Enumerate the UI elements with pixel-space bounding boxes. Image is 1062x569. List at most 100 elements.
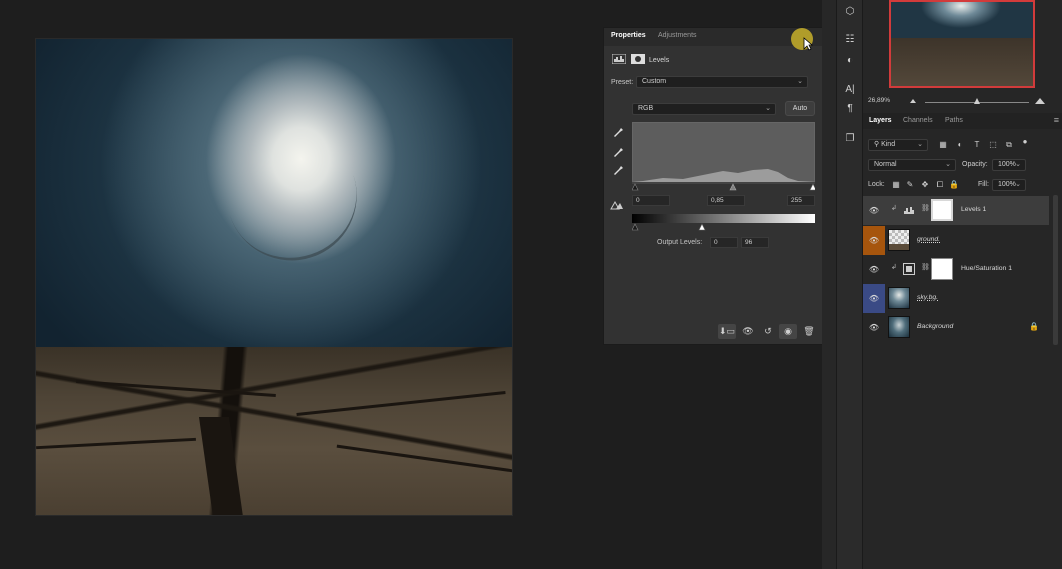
output-black-field[interactable]: 0 <box>710 237 738 248</box>
levels-histogram <box>632 122 816 182</box>
adjustment-title: Levels <box>649 57 670 64</box>
navigator-zoom-row: 26,89% <box>863 96 1062 108</box>
filter-pixel-icon[interactable]: ▦ <box>937 139 949 151</box>
preset-value: Custom <box>642 78 667 85</box>
view-previous-state-icon[interactable]: 👁 <box>739 324 757 339</box>
panel-menu-icon[interactable]: ≡ <box>1054 115 1059 125</box>
lock-image-icon[interactable]: ✎ <box>905 179 915 190</box>
filter-adjustment-icon[interactable]: ◐ <box>954 139 966 151</box>
fill-field[interactable]: 100% ⌄ <box>992 179 1026 191</box>
chevron-down-icon: ⌄ <box>1015 181 1021 188</box>
properties-icon[interactable]: ☷ <box>842 33 858 47</box>
opacity-value: 100% <box>998 161 1016 168</box>
lock-all-icon[interactable]: 🔒 <box>949 179 959 190</box>
canvas-area[interactable]: Properties Adjustments ≡ Levels Preset: … <box>0 0 833 569</box>
output-white-field[interactable]: 96 <box>741 237 769 248</box>
input-gamma-field[interactable]: 0,85 <box>707 195 745 206</box>
white-point-eyedropper-icon[interactable] <box>612 164 624 176</box>
output-black-handle <box>632 223 639 231</box>
link-icon[interactable]: ⛓ <box>921 263 930 271</box>
paragraph-icon[interactable]: ¶ <box>842 102 858 116</box>
channel-value: RGB <box>638 105 654 112</box>
blend-mode-dropdown[interactable]: Normal ⌄ <box>868 159 956 171</box>
layer-row[interactable]: 👁 Background 🔒 <box>863 313 1049 342</box>
reset-icon[interactable]: ↺ <box>759 324 777 339</box>
zoom-out-icon[interactable] <box>910 99 916 103</box>
white-input-handle <box>809 183 815 191</box>
tab-adjustments[interactable]: Adjustments <box>658 32 697 39</box>
output-levels-label: Output Levels: <box>657 239 703 246</box>
link-icon[interactable]: ⛓ <box>921 204 930 212</box>
eye-icon[interactable]: 👁 <box>863 313 885 342</box>
layer-name[interactable]: Background <box>917 323 953 330</box>
filter-kind-dropdown[interactable]: ⚲ Kind ⌄ <box>868 139 928 151</box>
filter-smart-object-icon[interactable]: ⧉ <box>1003 139 1015 151</box>
clipping-warning-icon[interactable] <box>610 200 624 210</box>
lock-icon[interactable]: 🔒 <box>1029 322 1039 331</box>
input-black-field[interactable]: 0 <box>632 195 670 206</box>
adjustments-icon[interactable]: ◐ <box>842 54 858 68</box>
layer-mask-icon[interactable] <box>631 54 645 64</box>
properties-footer: ⬇▭ 👁 ↺ ◉ 🗑 <box>604 322 832 342</box>
lock-transparent-icon[interactable]: ▦ <box>891 179 901 190</box>
filter-type-icon[interactable]: T <box>971 139 983 151</box>
preset-dropdown[interactable]: Custom ⌄ <box>636 76 808 88</box>
layer-mask-thumbnail[interactable] <box>931 258 953 280</box>
clipping-arrow-icon: ↲ <box>891 205 897 212</box>
tab-paths[interactable]: Paths <box>945 117 963 124</box>
layer-name[interactable]: sky.bg. <box>917 294 938 301</box>
layer-row[interactable]: 👁 sky.bg. <box>863 284 1049 313</box>
layer-thumbnail <box>888 229 910 251</box>
lock-label: Lock: <box>868 181 885 188</box>
layer-name[interactable]: Hue/Saturation 1 <box>961 265 1012 272</box>
layers-tabbar: Layers Channels Paths ≡ <box>863 113 1062 129</box>
channel-dropdown[interactable]: RGB ⌄ <box>632 103 776 115</box>
clip-to-layer-icon[interactable]: ⬇▭ <box>718 324 736 339</box>
tab-layers[interactable]: Layers <box>869 117 892 124</box>
kind-value: Kind <box>881 141 896 148</box>
zoom-in-icon[interactable] <box>1035 98 1045 104</box>
delete-icon[interactable]: 🗑 <box>800 324 818 339</box>
layers-scrollbar[interactable] <box>1053 195 1058 345</box>
chevron-down-icon: ⌄ <box>945 161 951 168</box>
filter-shape-icon[interactable]: ⬚ <box>987 139 999 151</box>
eye-icon[interactable]: 👁 <box>863 284 885 313</box>
panel-icon-strip: ⬡ ☷ ◐ A| ¶ ❐ <box>836 0 862 569</box>
zoom-slider-handle[interactable] <box>974 98 980 104</box>
tab-channels[interactable]: Channels <box>903 117 933 124</box>
hue-saturation-icon <box>903 263 915 277</box>
navigator-thumbnail[interactable] <box>889 0 1035 88</box>
properties-tabbar: Properties Adjustments ≡ <box>604 28 832 51</box>
zoom-value[interactable]: 26,89% <box>868 97 890 104</box>
layer-row[interactable]: 👁 ground. <box>863 226 1049 255</box>
gray-point-eyedropper-icon[interactable] <box>612 146 624 158</box>
chevron-down-icon: ⌄ <box>797 78 803 85</box>
tab-properties[interactable]: Properties <box>611 32 646 39</box>
document-canvas[interactable] <box>35 38 513 516</box>
3d-cube-icon[interactable]: ⬡ <box>842 5 858 19</box>
layer-row[interactable]: 👁 ↲ ⛓ Levels 1 <box>863 196 1049 225</box>
layer-name[interactable]: ground. <box>917 236 940 243</box>
clipping-arrow-icon: ↲ <box>891 264 897 271</box>
black-point-eyedropper-icon[interactable] <box>612 126 624 138</box>
eye-icon[interactable]: 👁 <box>863 226 885 255</box>
layer-mask-thumbnail[interactable] <box>931 199 953 221</box>
layer-name[interactable]: Levels 1 <box>961 206 986 213</box>
eye-icon[interactable]: 👁 <box>863 196 885 225</box>
lock-artboard-icon[interactable]: ⧠ <box>935 179 945 190</box>
input-levels-slider[interactable] <box>632 182 815 192</box>
eye-icon[interactable]: 👁 <box>863 255 885 284</box>
output-levels-slider[interactable] <box>632 223 815 232</box>
character-icon[interactable]: A| <box>842 83 858 97</box>
gamma-input-handle <box>729 183 737 191</box>
toggle-visibility-icon[interactable]: ◉ <box>779 324 797 339</box>
lock-position-icon[interactable]: ✥ <box>920 179 930 190</box>
auto-button[interactable]: Auto <box>785 101 815 116</box>
input-white-field[interactable]: 255 <box>787 195 815 206</box>
filter-toggle-icon[interactable]: ● <box>1019 136 1031 148</box>
layers-stack-icon[interactable]: ❐ <box>842 132 858 146</box>
layer-row[interactable]: 👁 ↲ ⛓ Hue/Saturation 1 <box>863 255 1049 284</box>
opacity-field[interactable]: 100% ⌄ <box>992 159 1026 171</box>
fill-value: 100% <box>998 181 1016 188</box>
black-input-handle <box>632 183 639 191</box>
